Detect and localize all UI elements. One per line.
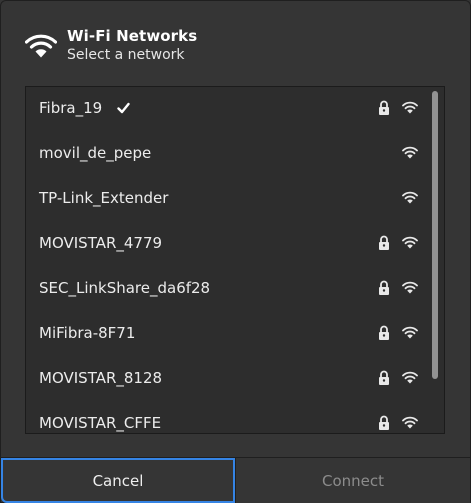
network-row[interactable]: MOVISTAR_4779	[26, 222, 430, 267]
network-list[interactable]: Fibra_19 movil_de_pepe TP-Link_Extender MOV…	[25, 86, 445, 434]
wifi-signal-icon	[402, 326, 418, 339]
network-name: MiFibra-8F71	[39, 324, 136, 342]
network-name: SEC_LinkShare_da6f28	[39, 279, 211, 297]
dialog-title: Wi-Fi Networks	[67, 27, 198, 45]
wifi-signal-icon	[402, 371, 418, 384]
network-row[interactable]: MOVISTAR_8128	[26, 357, 430, 402]
network-row[interactable]: movil_de_pepe	[26, 132, 430, 177]
wifi-dialog: Wi-Fi Networks Select a network Fibra_19…	[0, 0, 471, 503]
network-name: Fibra_19	[39, 99, 103, 117]
network-row[interactable]: MiFibra-8F71	[26, 312, 430, 357]
network-name: MOVISTAR_4779	[39, 234, 163, 252]
cancel-button[interactable]: Cancel	[1, 458, 235, 503]
lock-icon	[379, 415, 389, 430]
wifi-signal-icon	[402, 191, 418, 204]
connect-button[interactable]: Connect	[235, 458, 470, 503]
wifi-signal-icon	[402, 146, 418, 159]
wifi-signal-icon	[402, 101, 418, 114]
network-row[interactable]: Fibra_19	[26, 87, 430, 132]
network-name: movil_de_pepe	[39, 144, 152, 162]
wifi-signal-icon	[402, 236, 418, 249]
network-row[interactable]: TP-Link_Extender	[26, 177, 430, 222]
wifi-signal-icon	[402, 281, 418, 294]
checkmark-icon	[117, 102, 130, 114]
network-row[interactable]: SEC_LinkShare_da6f28	[26, 267, 430, 312]
network-name: MOVISTAR_8128	[39, 369, 163, 387]
dialog-footer: Cancel Connect	[1, 457, 470, 503]
list-scrollbar[interactable]	[432, 91, 438, 379]
lock-icon	[379, 325, 389, 340]
lock-icon	[379, 235, 389, 250]
network-row[interactable]: MOVISTAR_CFFE	[26, 402, 430, 433]
network-name: MOVISTAR_CFFE	[39, 414, 162, 432]
wifi-signal-icon	[402, 416, 418, 429]
lock-icon	[379, 370, 389, 385]
lock-icon	[379, 100, 389, 115]
dialog-header: Wi-Fi Networks Select a network	[1, 1, 470, 81]
network-name: TP-Link_Extender	[39, 189, 169, 207]
wifi-icon	[25, 34, 57, 58]
dialog-subtitle: Select a network	[67, 47, 185, 63]
lock-icon	[379, 280, 389, 295]
